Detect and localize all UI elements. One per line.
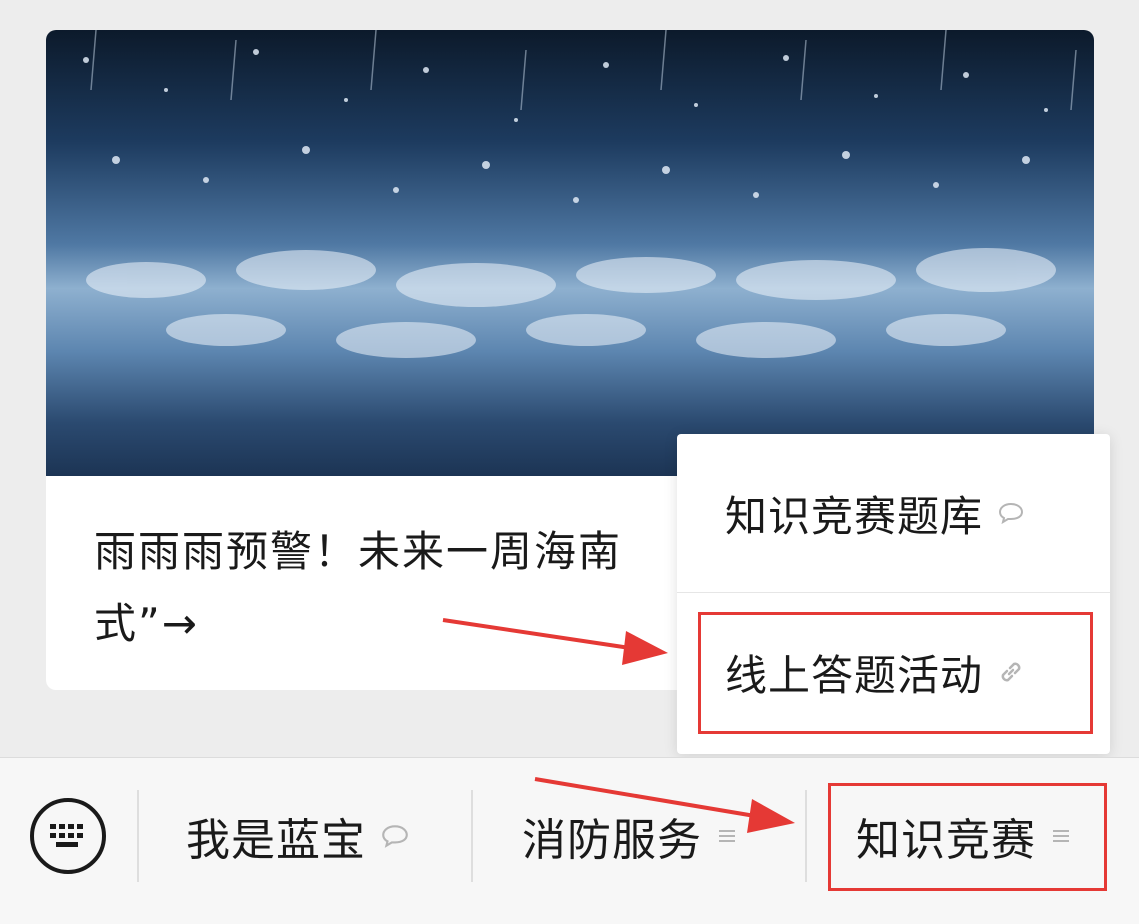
menu-separator xyxy=(137,790,139,882)
rain-hero-image xyxy=(46,30,1094,476)
highlight-box-knowledge-contest xyxy=(828,783,1107,891)
menu-item-label: 消防服务 xyxy=(522,815,702,866)
menu-item-wo-shi-lanbao[interactable]: 我是蓝宝 xyxy=(186,798,410,874)
menu-item-label: 我是蓝宝 xyxy=(186,815,366,866)
menu-lines-icon xyxy=(716,825,738,847)
chat-bubble-icon xyxy=(380,823,410,849)
rain-droplets-graphic xyxy=(83,30,1077,358)
menu-separator xyxy=(471,790,473,882)
keyboard-icon[interactable] xyxy=(30,798,106,874)
menu-item-fire-services[interactable]: 消防服务 xyxy=(522,798,738,874)
highlight-box-online-quiz xyxy=(698,612,1093,734)
menu-separator xyxy=(805,790,807,882)
submenu-item-label: 知识竞赛题库 xyxy=(725,491,984,541)
chat-bubble-icon xyxy=(997,501,1025,525)
submenu-item-question-bank[interactable]: 知识竞赛题库 xyxy=(677,434,1110,592)
